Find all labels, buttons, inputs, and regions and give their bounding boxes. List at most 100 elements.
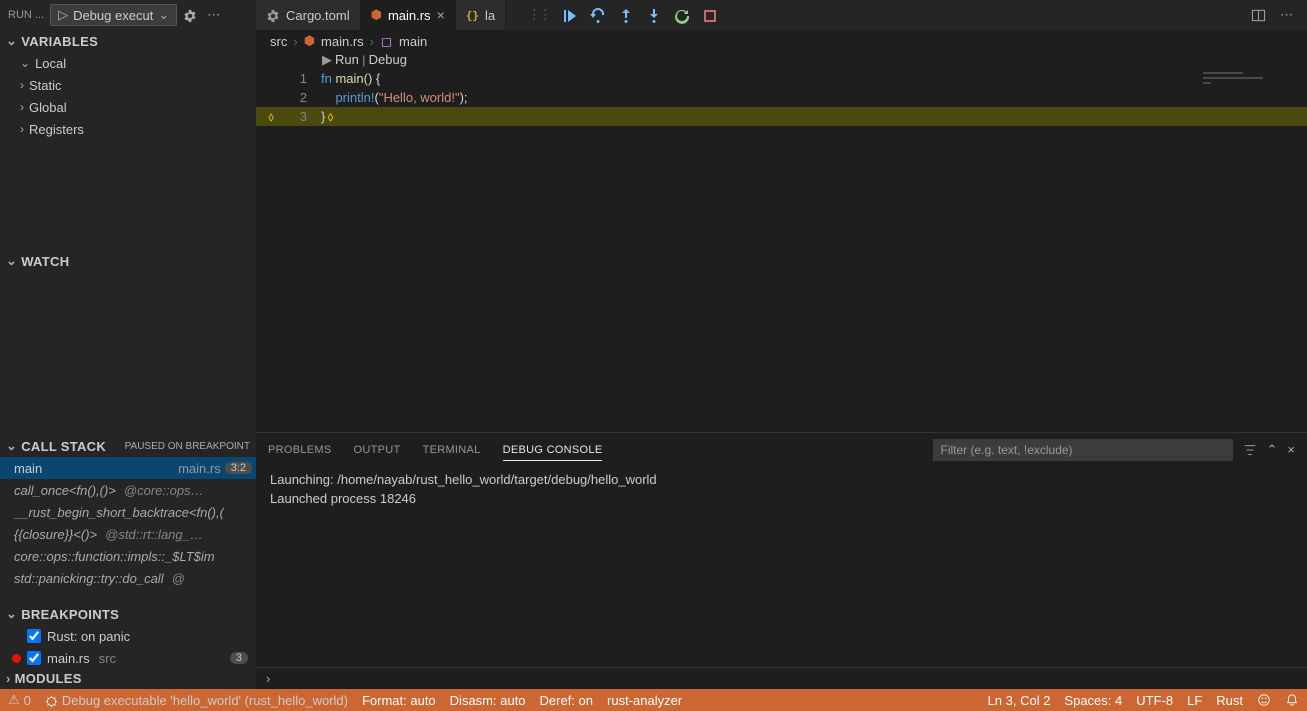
breadcrumb-bar-bottom[interactable]: › [256, 667, 1307, 689]
step-into-icon[interactable] [618, 6, 634, 23]
status-debug-session[interactable]: Debug executable 'hello_world' (rust_hel… [45, 692, 348, 707]
breakpoint-checkbox[interactable] [27, 651, 41, 665]
stop-icon[interactable] [702, 6, 718, 23]
status-encoding[interactable]: UTF-8 [1136, 693, 1173, 708]
section-title: BREAKPOINTS [21, 607, 119, 622]
callstack-frame[interactable]: call_once<fn(),()>@core::ops… [0, 479, 256, 501]
collapse-icon[interactable]: ⌃ [1267, 442, 1278, 458]
debug-console-output[interactable]: Launching: /home/nayab/rust_hello_world/… [256, 466, 1307, 667]
tab-label: Cargo.toml [286, 8, 350, 23]
restart-icon[interactable] [674, 6, 690, 23]
notifications-icon[interactable] [1285, 693, 1299, 707]
breakpoint-checkbox[interactable] [27, 629, 41, 643]
section-variables: ⌄ VARIABLES ⌄Local ›Static ›Global ›Regi… [0, 30, 256, 250]
callstack-frame[interactable]: core::ops::function::impls::_$LT$im [0, 545, 256, 567]
panel-tab-terminal[interactable]: TERMINAL [423, 444, 481, 456]
variables-scope-static[interactable]: ›Static [0, 74, 256, 96]
tab-label: main.rs [388, 8, 431, 23]
variables-scope-registers[interactable]: ›Registers [0, 118, 256, 140]
more-actions-icon[interactable]: ⋯ [203, 7, 224, 23]
step-over-icon[interactable] [590, 6, 606, 23]
section-header-breakpoints[interactable]: ⌄ BREAKPOINTS [0, 603, 256, 625]
execution-pointer-icon: ⬨ [327, 108, 333, 124]
variables-scope-local[interactable]: ⌄Local [0, 52, 256, 74]
chevron-down-icon: ⌄ [6, 438, 17, 454]
run-label: RUN ... [8, 9, 44, 21]
play-icon: ▶ [322, 52, 332, 67]
breakpoint-rust-panic[interactable]: Rust: on panic [0, 625, 256, 647]
callstack-frame[interactable]: main main.rs 3:2 [0, 457, 256, 479]
section-header-watch[interactable]: ⌄ WATCH [0, 250, 256, 272]
close-icon[interactable]: × [1287, 442, 1295, 457]
status-bar: ⚠0 Debug executable 'hello_world' (rust_… [0, 689, 1307, 711]
section-header-callstack[interactable]: ⌄ CALL STACK PAUSED ON BREAKPOINT [0, 435, 256, 457]
status-language[interactable]: Rust [1216, 693, 1243, 708]
rust-file-icon: ⬢ [371, 7, 382, 23]
section-header-variables[interactable]: ⌄ VARIABLES [0, 30, 256, 52]
filter-input[interactable] [933, 439, 1233, 461]
editor-tabs: Cargo.toml ⬢ main.rs × {} la [256, 0, 506, 30]
callstack-frame[interactable]: __rust_begin_short_backtrace<fn(),( [0, 501, 256, 523]
debug-sidebar: ⌄ VARIABLES ⌄Local ›Static ›Global ›Regi… [0, 30, 256, 689]
chevron-right-icon: › [266, 671, 270, 686]
debug-icon [45, 692, 58, 707]
code-line-current[interactable]: ⬨ 3 }⬨ [256, 107, 1307, 126]
minimap[interactable] [1197, 69, 1307, 89]
tab-launch-json[interactable]: {} la [456, 0, 506, 30]
console-line: Launching: /home/nayab/rust_hello_world/… [270, 470, 1293, 489]
codelens-run[interactable]: Run [335, 52, 359, 67]
status-cursor-position[interactable]: Ln 3, Col 2 [988, 693, 1051, 708]
section-header-modules[interactable]: › MODULES [0, 667, 256, 689]
breakpoint-current-icon: ⬨ [268, 109, 274, 124]
filter-icon[interactable] [1243, 442, 1257, 458]
status-indentation[interactable]: Spaces: 4 [1064, 693, 1122, 708]
codelens-debug[interactable]: Debug [369, 52, 407, 67]
section-callstack: ⌄ CALL STACK PAUSED ON BREAKPOINT main m… [0, 435, 256, 603]
more-actions-icon[interactable]: ⋯ [1280, 7, 1293, 23]
top-bar: RUN ... ▷ Debug execut ⌄ ⋯ Cargo.toml ⬢ … [0, 0, 1307, 30]
workbench-body: ⌄ VARIABLES ⌄Local ›Static ›Global ›Regi… [0, 30, 1307, 689]
panel-tab-output[interactable]: OUTPUT [354, 444, 401, 456]
chevron-down-icon: ⌄ [6, 606, 17, 622]
callstack-frame[interactable]: {{closure}}<()>@std::rt::lang_… [0, 523, 256, 545]
chevron-right-icon: › [293, 34, 297, 49]
status-deref[interactable]: Deref: on [540, 693, 593, 708]
breadcrumb-item[interactable]: main [399, 34, 427, 49]
tab-cargo-toml[interactable]: Cargo.toml [256, 0, 361, 30]
status-disasm[interactable]: Disasm: auto [450, 693, 526, 708]
chevron-down-icon: ⌄ [20, 56, 30, 70]
status-rust-analyzer[interactable]: rust-analyzer [607, 693, 682, 708]
breakpoint-main-rs[interactable]: main.rs src 3 [0, 647, 256, 667]
json-file-icon: {} [466, 9, 479, 22]
continue-icon[interactable] [562, 6, 578, 23]
chevron-down-icon: ⌄ [158, 7, 169, 23]
tab-label: la [485, 8, 495, 23]
status-format[interactable]: Format: auto [362, 693, 436, 708]
tab-main-rs[interactable]: ⬢ main.rs × [361, 0, 456, 30]
top-right-actions: ⋯ [1251, 7, 1307, 23]
code-line[interactable]: 1 fn main() { [256, 69, 1307, 88]
feedback-icon[interactable] [1257, 693, 1271, 707]
code-line[interactable]: 2 println!("Hello, world!"); [256, 88, 1307, 107]
status-eol[interactable]: LF [1187, 693, 1202, 708]
line-badge: 3 [230, 652, 248, 664]
panel-tab-debug-console[interactable]: DEBUG CONSOLE [503, 444, 603, 461]
breadcrumb-item[interactable]: src [270, 34, 287, 49]
split-editor-icon[interactable] [1251, 7, 1266, 23]
chevron-right-icon: › [370, 34, 374, 49]
run-config-bar: RUN ... ▷ Debug execut ⌄ ⋯ [0, 4, 256, 26]
chevron-down-icon: ⌄ [6, 253, 17, 269]
code-editor[interactable]: 1 fn main() { 2 println!("Hello, world!"… [256, 69, 1307, 432]
panel-tab-problems[interactable]: PROBLEMS [268, 444, 332, 456]
callstack-status: PAUSED ON BREAKPOINT [125, 441, 250, 452]
step-out-icon[interactable] [646, 6, 662, 23]
grip-icon[interactable]: ⋮⋮ [528, 7, 550, 23]
start-debug-button[interactable]: ▷ Debug execut ⌄ [50, 4, 177, 26]
breadcrumb-item[interactable]: main.rs [321, 34, 364, 49]
breadcrumb[interactable]: src › ⬢ main.rs › main [256, 30, 1307, 52]
callstack-frame[interactable]: std::panicking::try::do_call@ [0, 567, 256, 589]
status-warnings[interactable]: ⚠0 [8, 692, 31, 708]
gear-icon[interactable] [183, 7, 197, 23]
close-icon[interactable]: × [437, 7, 445, 23]
variables-scope-global[interactable]: ›Global [0, 96, 256, 118]
